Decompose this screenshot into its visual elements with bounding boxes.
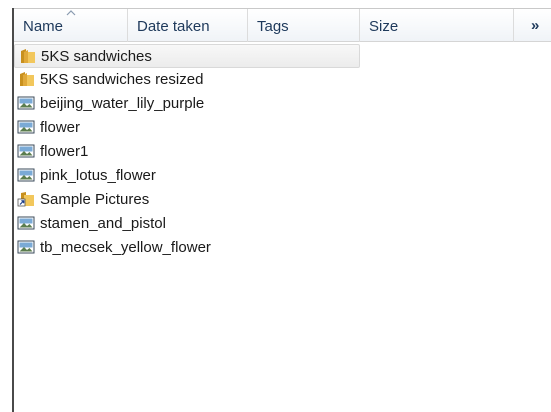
image-file-icon — [17, 120, 35, 134]
list-item[interactable]: stamen_and_pistol — [14, 212, 360, 236]
file-explorer-view: Name Date taken Tags Size » 5KS sandwich… — [0, 0, 551, 412]
list-item-label: 5KS sandwiches resized — [40, 71, 204, 88]
image-file-icon — [17, 216, 35, 230]
list-item[interactable]: 5KS sandwiches resized — [14, 68, 360, 92]
list-item-label: flower1 — [40, 143, 89, 160]
column-header-date-taken-label: Date taken — [137, 18, 210, 35]
more-columns-button[interactable]: » — [513, 9, 551, 42]
list-item[interactable]: tb_mecsek_yellow_flower — [14, 236, 360, 260]
list-item[interactable]: pink_lotus_flower — [14, 164, 360, 188]
image-file-icon — [17, 240, 35, 254]
column-header-name[interactable]: Name — [14, 9, 128, 42]
file-list: 5KS sandwiches 5KS sandwiches resized be… — [14, 44, 551, 260]
column-header-date-taken[interactable]: Date taken — [128, 9, 248, 42]
more-columns-label: » — [531, 17, 540, 34]
list-item-label: pink_lotus_flower — [40, 167, 156, 184]
list-item[interactable]: beijing_water_lily_purple — [14, 92, 360, 116]
column-header-tags[interactable]: Tags — [248, 9, 360, 42]
folder-icon — [20, 72, 34, 86]
column-header-name-label: Name — [23, 18, 64, 35]
column-header-size-label: Size — [369, 18, 399, 35]
image-file-icon — [17, 168, 35, 182]
list-item-label: beijing_water_lily_purple — [40, 95, 205, 112]
column-header-tags-label: Tags — [257, 18, 289, 35]
list-item[interactable]: flower — [14, 116, 360, 140]
list-item-label: tb_mecsek_yellow_flower — [40, 239, 211, 256]
list-item[interactable]: 5KS sandwiches — [14, 44, 360, 68]
image-file-icon — [17, 144, 35, 158]
list-item[interactable]: flower1 — [14, 140, 360, 164]
list-item[interactable]: Sample Pictures — [14, 188, 360, 212]
list-item-label: 5KS sandwiches — [41, 48, 152, 65]
list-item-label: stamen_and_pistol — [40, 215, 166, 232]
image-file-icon — [17, 96, 35, 110]
shortcut-icon — [17, 192, 34, 207]
sort-ascending-icon — [66, 10, 76, 16]
list-item-label: Sample Pictures — [40, 191, 150, 208]
list-item-label: flower — [40, 119, 81, 136]
folder-icon — [21, 49, 35, 63]
column-header-bar: Name Date taken Tags Size » — [14, 8, 551, 42]
column-header-size[interactable]: Size — [360, 9, 513, 42]
